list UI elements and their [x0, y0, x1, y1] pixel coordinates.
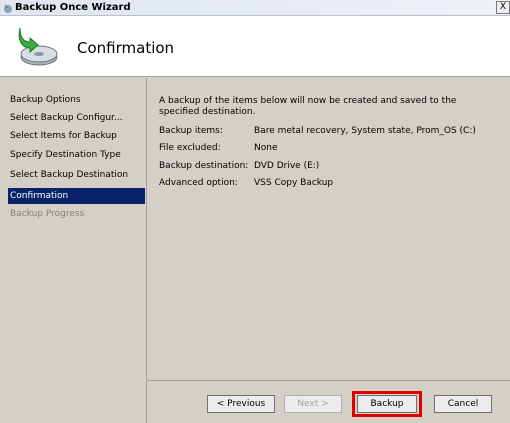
page-title: Confirmation — [77, 39, 175, 57]
step-select-backup-configuration[interactable]: Select Backup Configur... — [8, 110, 145, 126]
wizard-header: Confirmation — [0, 16, 510, 77]
backup-button[interactable]: Backup — [357, 395, 417, 413]
confirmation-panel: A backup of the items below will now be … — [146, 78, 510, 380]
title-bar: Backup Once Wizard X — [0, 0, 510, 16]
next-button: Next > — [284, 395, 342, 413]
backup-button-highlight: Backup — [352, 391, 422, 417]
backup-destination-label: Backup destination: — [159, 161, 249, 171]
backup-app-icon — [4, 4, 12, 13]
advanced-option-label: Advanced option: — [159, 178, 238, 188]
file-excluded-label: File excluded: — [159, 143, 221, 153]
step-backup-options[interactable]: Backup Options — [8, 92, 145, 108]
backup-destination-value: DVD Drive (E:) — [254, 161, 320, 171]
file-excluded-value: None — [254, 143, 278, 153]
wizard-footer: < Previous Next > Backup Cancel — [146, 380, 510, 423]
step-select-backup-destination[interactable]: Select Backup Destination — [8, 167, 145, 183]
backup-disk-icon — [18, 27, 58, 66]
advanced-option-value: VSS Copy Backup — [254, 178, 334, 188]
confirmation-intro-text: A backup of the items below will now be … — [159, 96, 457, 117]
wizard-steps: Backup Options Select Backup Configur...… — [0, 78, 146, 423]
backup-items-value: Bare metal recovery, System state, Prom_… — [254, 126, 476, 136]
step-specify-destination-type[interactable]: Specify Destination Type — [8, 147, 145, 163]
backup-items-label: Backup items: — [159, 126, 223, 136]
step-backup-progress: Backup Progress — [10, 209, 85, 219]
close-icon[interactable]: X — [496, 1, 510, 14]
step-confirmation[interactable]: Confirmation — [8, 188, 145, 204]
previous-button[interactable]: < Previous — [207, 395, 275, 413]
step-select-items-for-backup[interactable]: Select Items for Backup — [8, 128, 145, 144]
cancel-button[interactable]: Cancel — [434, 395, 492, 413]
window-title: Backup Once Wizard — [15, 2, 131, 13]
